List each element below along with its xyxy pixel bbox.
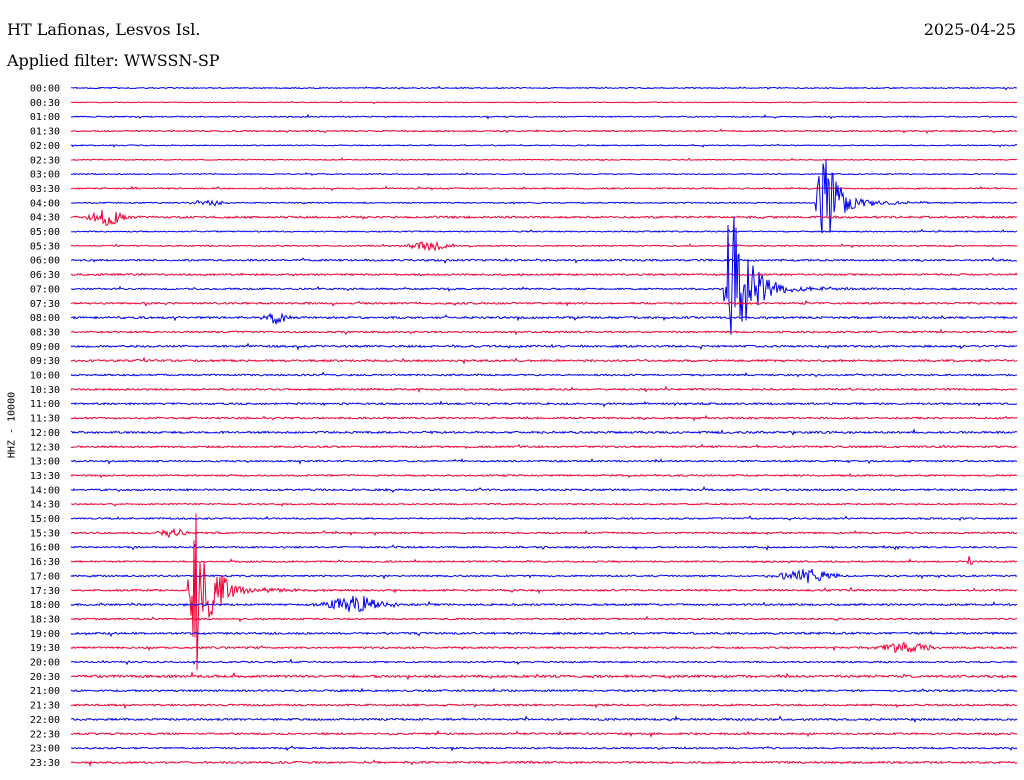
time-label: 19:30 [30,643,60,654]
trace-row [70,312,1018,325]
time-label: 20:30 [30,672,60,683]
trace-row [70,703,1018,710]
trace-row [70,159,1018,234]
trace-row [70,515,1018,522]
trace-row [70,371,1018,378]
trace-row [70,185,1018,192]
time-label: 09:30 [30,356,60,367]
trace-row [71,85,1018,91]
trace-row [70,641,1018,654]
trace-row [70,128,1018,135]
time-label: 20:00 [30,658,60,669]
helicorder-plot: 00:00 00:30 01:00 01:30 02:00 02:30 03:00 03:30… [30,84,1018,769]
trace-row [70,658,1018,666]
trace-row [70,240,1018,253]
trace-row [70,543,1018,551]
time-label: 04:00 [30,198,60,209]
time-axis-labels: 00:00 00:30 01:00 01:30 02:00 02:30 03:00 03:30… [30,84,60,769]
time-label: 12:30 [30,442,60,453]
trace-row [70,209,1018,226]
trace-row [70,729,1018,739]
time-label: 17:00 [30,571,60,582]
trace-row [70,759,1018,768]
time-label: 14:30 [30,500,60,511]
trace-row [70,745,1018,752]
time-label: 11:30 [30,414,60,425]
time-label: 13:00 [30,457,60,468]
trace-row [70,157,1018,162]
trace-row [70,443,1018,450]
time-label: 04:30 [30,213,60,224]
time-label: 17:30 [30,586,60,597]
time-label: 05:00 [30,227,60,238]
trace-row [70,556,1018,566]
trace-row [70,630,1018,638]
trace-row [70,472,1018,479]
trace-row [70,427,1018,436]
trace-row [70,670,1018,681]
time-label: 13:30 [30,471,60,482]
time-label: 11:00 [30,399,60,410]
time-label: 14:00 [30,485,60,496]
time-label: 07:30 [30,299,60,310]
time-label: 21:00 [30,686,60,697]
time-label: 02:00 [30,141,60,152]
trace-row [70,527,1018,539]
trace-row [70,172,1018,176]
trace-row [70,100,1018,105]
seismogram-traces [70,85,1018,768]
trace-row [70,328,1018,336]
trace-row [70,687,1018,693]
trace-row [70,272,1018,277]
time-label: 10:30 [30,385,60,396]
time-label: 15:30 [30,528,60,539]
trace-row [70,615,1018,623]
time-label: 05:30 [30,241,60,252]
time-label: 18:00 [30,600,60,611]
time-label: 19:00 [30,629,60,640]
time-label: 09:00 [30,342,60,353]
time-label: 03:30 [30,184,60,195]
time-label: 23:30 [30,758,60,769]
trace-row [70,414,1018,422]
trace-row [71,257,1018,264]
trace-row [70,485,1018,494]
time-label: 23:00 [30,744,60,755]
time-label: 00:30 [30,98,60,109]
time-label: 22:00 [30,715,60,726]
time-label: 22:30 [30,729,60,740]
time-label: 21:30 [30,701,60,712]
trace-row [70,299,1018,307]
time-label: 06:30 [30,270,60,281]
time-label: 02:30 [30,155,60,166]
time-label: 10:00 [30,371,60,382]
trace-row [70,569,1018,584]
time-label: 06:00 [30,256,60,267]
trace-row [70,385,1018,393]
trace-row [70,342,1018,351]
trace-row [70,113,1018,120]
time-label: 08:30 [30,327,60,338]
time-label: 16:30 [30,557,60,568]
trace-row [70,400,1018,408]
trace-row [70,458,1018,465]
time-label: 01:30 [30,127,60,138]
trace-row [70,228,1018,233]
time-label: 08:00 [30,313,60,324]
time-label: 16:00 [30,543,60,554]
trace-row [70,143,1018,148]
time-label: 12:00 [30,428,60,439]
trace-row [70,356,1018,365]
time-label: 01:00 [30,112,60,123]
time-label: 00:00 [30,84,60,95]
time-label: 07:00 [30,284,60,295]
time-label: 18:30 [30,614,60,625]
trace-row [70,595,1018,612]
trace-row [71,502,1018,508]
trace-row [70,715,1018,723]
time-label: 03:00 [30,170,60,181]
time-label: 15:00 [30,514,60,525]
